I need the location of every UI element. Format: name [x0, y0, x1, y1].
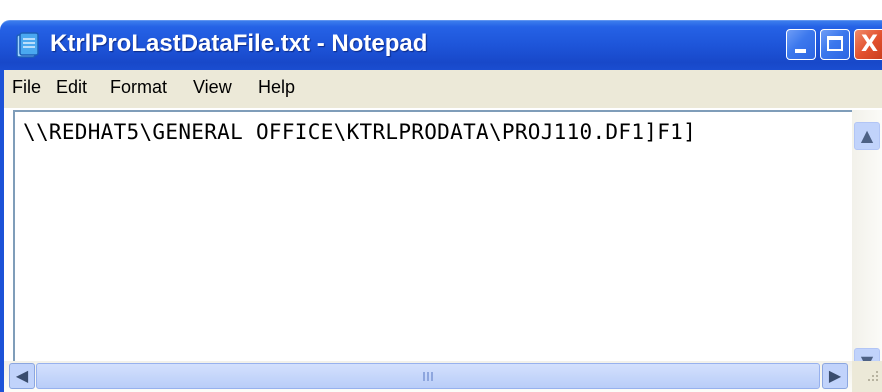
chevron-up-icon: ▲ — [860, 126, 874, 145]
close-icon: X — [861, 32, 878, 57]
horizontal-scrollbar[interactable]: ◀ ▶ — [4, 361, 854, 392]
editor-content: \\REDHAT5\GENERAL OFFICE\KTRLPRODATA\PRO… — [23, 120, 697, 144]
horizontal-scroll-thumb[interactable] — [36, 363, 820, 389]
scroll-up-button[interactable]: ▲ — [854, 122, 880, 150]
close-button[interactable]: X — [854, 29, 882, 60]
minimize-icon — [795, 49, 806, 53]
maximize-icon — [827, 36, 843, 51]
minimize-button[interactable] — [786, 29, 816, 60]
text-editor[interactable]: \\REDHAT5\GENERAL OFFICE\KTRLPRODATA\PRO… — [13, 110, 852, 380]
menu-bar: File Edit Format View Help — [0, 70, 882, 108]
title-bar[interactable]: KtrlProLastDataFile.txt - Notepad X — [0, 20, 882, 70]
menu-edit[interactable]: Edit — [56, 77, 87, 98]
menu-view[interactable]: View — [193, 77, 232, 98]
chevron-right-icon: ▶ — [828, 366, 842, 385]
resize-grip-icon[interactable] — [852, 361, 882, 392]
notepad-window: KtrlProLastDataFile.txt - Notepad X File… — [0, 0, 882, 392]
window-title: KtrlProLastDataFile.txt - Notepad — [50, 30, 428, 57]
notepad-icon — [16, 32, 39, 58]
menu-format[interactable]: Format — [110, 77, 167, 98]
scroll-left-button[interactable]: ◀ — [9, 363, 35, 389]
grip-icon — [423, 372, 435, 382]
chevron-left-icon: ◀ — [15, 366, 29, 385]
scroll-right-button[interactable]: ▶ — [822, 363, 848, 389]
maximize-button[interactable] — [820, 29, 850, 60]
window-frame-left — [0, 108, 4, 392]
menu-help[interactable]: Help — [258, 77, 295, 98]
menu-file[interactable]: File — [12, 77, 41, 98]
vertical-scrollbar[interactable]: ▲ ▼ — [852, 110, 882, 380]
